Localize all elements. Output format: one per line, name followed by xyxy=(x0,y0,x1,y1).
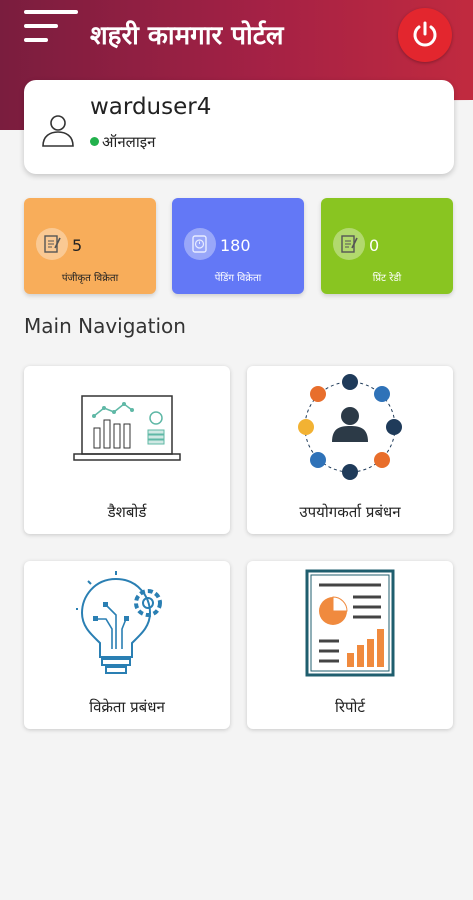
stat-count: 180 xyxy=(220,236,251,255)
nav-tile-user-management[interactable]: उपयोगकर्ता प्रबंधन xyxy=(247,366,453,534)
online-dot-icon xyxy=(90,137,99,146)
print-form-icon xyxy=(333,228,365,260)
stat-count: 5 xyxy=(72,236,83,255)
stat-label: पेंडिंग विक्रेता xyxy=(214,273,262,284)
tile-label: विक्रेता प्रबंधन xyxy=(89,698,165,716)
power-icon xyxy=(413,21,437,47)
stat-registered-vendors[interactable]: 5 पंजीकृत विक्रेता xyxy=(24,198,156,294)
tile-label: रिपोर्ट xyxy=(335,698,365,716)
nav-tile-vendor-management[interactable]: विक्रेता प्रबंधन xyxy=(24,561,230,729)
stat-pending-vendors[interactable]: 180 पेंडिंग विक्रेता xyxy=(172,198,304,294)
stat-label: पंजीकृत विक्रेता xyxy=(61,273,119,284)
tile-label: डैशबोर्ड xyxy=(107,503,147,521)
tile-label: उपयोगकर्ता प्रबंधन xyxy=(299,503,401,521)
hamburger-icon[interactable] xyxy=(24,10,82,50)
registration-form-icon xyxy=(36,228,68,260)
status-badge: ऑनलाइन xyxy=(90,132,155,152)
user-card: warduser4 ऑनलाइन xyxy=(24,80,454,174)
section-title: Main Navigation xyxy=(24,314,186,338)
stat-count: 0 xyxy=(369,236,380,255)
pending-form-icon xyxy=(184,228,216,260)
nav-tile-report[interactable]: रिपोर्ट xyxy=(247,561,453,729)
logout-button[interactable] xyxy=(398,8,452,62)
user-avatar-icon xyxy=(42,115,74,147)
stat-label: प्रिंट रेडी xyxy=(372,273,402,284)
nav-tile-dashboard[interactable]: डैशबोर्ड xyxy=(24,366,230,534)
app-title: शहरी कामगार पोर्टल xyxy=(90,21,284,51)
username: warduser4 xyxy=(90,94,212,120)
report-icon xyxy=(305,569,395,677)
status-text: ऑनलाइन xyxy=(102,133,156,151)
idea-bulb-icon xyxy=(76,571,162,674)
user-network-icon xyxy=(298,374,402,480)
stat-print-ready[interactable]: 0 प्रिंट रेडी xyxy=(321,198,453,294)
dashboard-laptop-icon xyxy=(73,395,181,461)
